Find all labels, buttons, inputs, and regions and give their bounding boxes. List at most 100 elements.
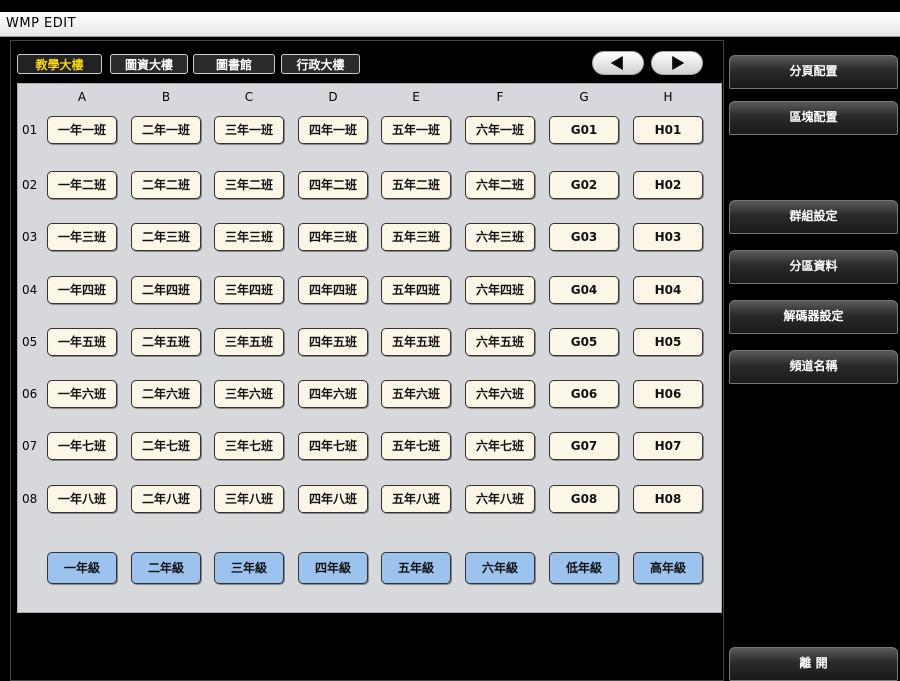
zone-cell-button[interactable]: H02 bbox=[633, 171, 703, 199]
zone-cell-button[interactable]: 五年六班 bbox=[381, 380, 451, 408]
zone-cell-button[interactable]: 五年七班 bbox=[381, 432, 451, 460]
zone-cell-button[interactable]: H06 bbox=[633, 380, 703, 408]
channel-name-button[interactable]: 頻道名稱 bbox=[729, 350, 898, 384]
grade-group-button[interactable]: 六年級 bbox=[465, 552, 535, 584]
zone-cell-button[interactable]: H05 bbox=[633, 328, 703, 356]
zone-cell-button[interactable]: 四年五班 bbox=[298, 328, 368, 356]
zone-cell-button[interactable]: 六年三班 bbox=[465, 223, 535, 251]
zone-cell-button[interactable]: 一年五班 bbox=[47, 328, 117, 356]
zone-cell-button[interactable]: 四年七班 bbox=[298, 432, 368, 460]
zone-cell-button[interactable]: 四年一班 bbox=[298, 116, 368, 144]
column-header: D bbox=[328, 90, 338, 104]
zone-cell-button[interactable]: G03 bbox=[549, 223, 619, 251]
zone-cell-button[interactable]: 四年三班 bbox=[298, 223, 368, 251]
window-title: WMP EDIT bbox=[6, 16, 77, 31]
zone-cell-button[interactable]: 三年八班 bbox=[214, 485, 284, 513]
zone-cell-button[interactable]: G04 bbox=[549, 276, 619, 304]
zone-cell-button[interactable]: G08 bbox=[549, 485, 619, 513]
zone-cell-button[interactable]: H01 bbox=[633, 116, 703, 144]
zone-cell-button[interactable]: H07 bbox=[633, 432, 703, 460]
zone-cell-button[interactable]: H08 bbox=[633, 485, 703, 513]
zone-cell-button[interactable]: 三年六班 bbox=[214, 380, 284, 408]
grade-group-button[interactable]: 一年級 bbox=[47, 552, 117, 584]
zone-cell-button[interactable]: 二年七班 bbox=[131, 432, 201, 460]
zone-cell-button[interactable]: 三年一班 bbox=[214, 116, 284, 144]
column-header: F bbox=[496, 90, 504, 104]
building-tab[interactable]: 行政大樓 bbox=[281, 54, 360, 74]
zone-cell-button[interactable]: 四年六班 bbox=[298, 380, 368, 408]
zone-cell-button[interactable]: 一年六班 bbox=[47, 380, 117, 408]
row-header: 03 bbox=[22, 230, 38, 244]
zone-cell-button[interactable]: 三年三班 bbox=[214, 223, 284, 251]
zone-cell-button[interactable]: 二年三班 bbox=[131, 223, 201, 251]
grade-group-button[interactable]: 低年級 bbox=[549, 552, 619, 584]
row-header: 01 bbox=[22, 123, 38, 137]
zone-cell-button[interactable]: 三年二班 bbox=[214, 171, 284, 199]
zone-cell-button[interactable]: 四年二班 bbox=[298, 171, 368, 199]
zone-cell-button[interactable]: 一年七班 bbox=[47, 432, 117, 460]
column-header: G bbox=[579, 90, 589, 104]
zone-cell-button[interactable]: 二年二班 bbox=[131, 171, 201, 199]
block-config-button[interactable]: 區塊配置 bbox=[729, 101, 898, 135]
zone-cell-button[interactable]: 四年四班 bbox=[298, 276, 368, 304]
column-header: E bbox=[412, 90, 420, 104]
zone-cell-button[interactable]: 六年六班 bbox=[465, 380, 535, 408]
building-tab[interactable]: 圖書館 bbox=[193, 54, 275, 74]
grade-group-button[interactable]: 三年級 bbox=[214, 552, 284, 584]
row-header: 06 bbox=[22, 387, 38, 401]
column-header: A bbox=[77, 90, 87, 104]
page-config-button[interactable]: 分頁配置 bbox=[729, 55, 898, 89]
row-header: 02 bbox=[22, 178, 38, 192]
zone-cell-button[interactable]: 六年二班 bbox=[465, 171, 535, 199]
zone-cell-button[interactable]: 五年二班 bbox=[381, 171, 451, 199]
zone-cell-button[interactable]: 六年七班 bbox=[465, 432, 535, 460]
column-header: C bbox=[244, 90, 254, 104]
zone-data-button[interactable]: 分區資料 bbox=[729, 250, 898, 284]
grade-group-button[interactable]: 四年級 bbox=[298, 552, 368, 584]
zone-cell-button[interactable]: H03 bbox=[633, 223, 703, 251]
column-header: H bbox=[663, 90, 673, 104]
row-header: 04 bbox=[22, 283, 38, 297]
group-settings-button[interactable]: 群組設定 bbox=[729, 200, 898, 234]
zone-cell-button[interactable]: 四年八班 bbox=[298, 485, 368, 513]
zone-cell-button[interactable]: 一年三班 bbox=[47, 223, 117, 251]
zone-cell-button[interactable]: 五年八班 bbox=[381, 485, 451, 513]
zone-cell-button[interactable]: 一年八班 bbox=[47, 485, 117, 513]
zone-cell-button[interactable]: 六年四班 bbox=[465, 276, 535, 304]
zone-cell-button[interactable]: G05 bbox=[549, 328, 619, 356]
decoder-settings-button[interactable]: 解碼器設定 bbox=[729, 300, 898, 334]
zone-cell-button[interactable]: 六年八班 bbox=[465, 485, 535, 513]
zone-cell-button[interactable]: H04 bbox=[633, 276, 703, 304]
zone-cell-button[interactable]: 三年五班 bbox=[214, 328, 284, 356]
zone-cell-button[interactable]: 二年四班 bbox=[131, 276, 201, 304]
prev-page-button[interactable] bbox=[592, 51, 644, 75]
zone-cell-button[interactable]: 二年一班 bbox=[131, 116, 201, 144]
building-tab[interactable]: 圖資大樓 bbox=[110, 54, 188, 74]
zone-cell-button[interactable]: G07 bbox=[549, 432, 619, 460]
zone-cell-button[interactable]: 一年二班 bbox=[47, 171, 117, 199]
zone-cell-button[interactable]: 五年四班 bbox=[381, 276, 451, 304]
zone-cell-button[interactable]: 二年八班 bbox=[131, 485, 201, 513]
building-tab[interactable]: 教學大樓 bbox=[17, 54, 102, 74]
zone-cell-button[interactable]: 五年三班 bbox=[381, 223, 451, 251]
next-page-button[interactable] bbox=[651, 51, 703, 75]
column-header: B bbox=[161, 90, 171, 104]
grade-group-button[interactable]: 二年級 bbox=[131, 552, 201, 584]
zone-cell-button[interactable]: 一年四班 bbox=[47, 276, 117, 304]
zone-cell-button[interactable]: 六年一班 bbox=[465, 116, 535, 144]
grade-group-button[interactable]: 五年級 bbox=[381, 552, 451, 584]
zone-cell-button[interactable]: 五年五班 bbox=[381, 328, 451, 356]
zone-cell-button[interactable]: 二年六班 bbox=[131, 380, 201, 408]
zone-cell-button[interactable]: G02 bbox=[549, 171, 619, 199]
zone-cell-button[interactable]: 三年四班 bbox=[214, 276, 284, 304]
zone-cell-button[interactable]: 一年一班 bbox=[47, 116, 117, 144]
zone-cell-button[interactable]: G06 bbox=[549, 380, 619, 408]
title-bar: WMP EDIT bbox=[0, 12, 900, 37]
zone-cell-button[interactable]: G01 bbox=[549, 116, 619, 144]
zone-cell-button[interactable]: 三年七班 bbox=[214, 432, 284, 460]
exit-button[interactable]: 離 開 bbox=[729, 647, 898, 681]
zone-cell-button[interactable]: 二年五班 bbox=[131, 328, 201, 356]
grade-group-button[interactable]: 高年級 bbox=[633, 552, 703, 584]
zone-cell-button[interactable]: 六年五班 bbox=[465, 328, 535, 356]
zone-cell-button[interactable]: 五年一班 bbox=[381, 116, 451, 144]
